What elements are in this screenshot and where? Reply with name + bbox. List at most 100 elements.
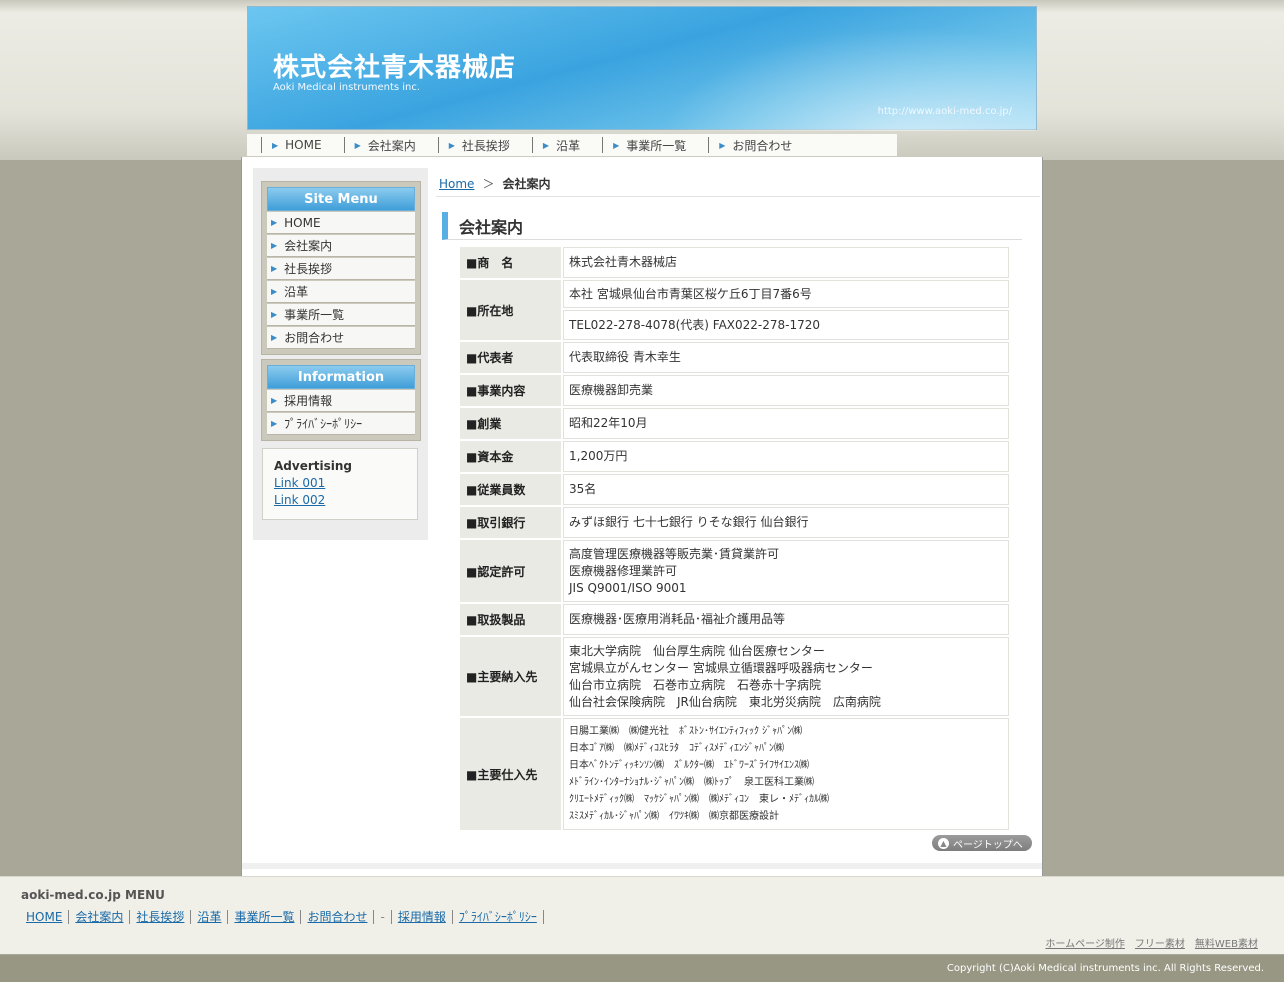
gnav-label: HOME bbox=[285, 138, 322, 152]
gnav-label: お問合わせ bbox=[732, 138, 793, 153]
sidebar-item-home[interactable]: ▶ HOME bbox=[267, 212, 415, 234]
sidebar-item-contact[interactable]: ▶ お問合わせ bbox=[267, 327, 415, 349]
sidebar-item-recruit[interactable]: ▶ 採用情報 bbox=[267, 390, 415, 412]
chevron-right-icon: ▶ bbox=[271, 396, 278, 405]
credit-link-free-material[interactable]: フリー素材 bbox=[1135, 935, 1185, 950]
table-row: ■主要仕入先 日腸工業㈱ ㈱健光社 ﾎﾞｽﾄﾝ･ｻｲｴﾝﾃｨﾌｨｯｸ ｼﾞｬﾊﾟ… bbox=[460, 718, 1009, 830]
arrow-up-icon: ▲ bbox=[938, 837, 949, 849]
row-label: ■取引銀行 bbox=[460, 507, 561, 538]
table-row: ■取扱製品 医療機器･医療用消耗品･福祉介護用品等 bbox=[460, 604, 1009, 635]
row-value: 高度管理医療機器等販売業･賃貸業許可 医療機器修理業許可 JIS Q9001/I… bbox=[563, 540, 1009, 602]
chevron-right-icon: ▶ bbox=[271, 264, 278, 273]
ad-link-2[interactable]: Link 002 bbox=[274, 492, 406, 509]
customer-line: 宮城県立がんセンター 宮城県立循環器呼吸器病センター bbox=[569, 660, 873, 675]
copyright-text: Copyright (C)Aoki Medical instruments in… bbox=[946, 963, 1264, 974]
chevron-right-icon: ▶ bbox=[271, 310, 278, 319]
chevron-right-icon: ▶ bbox=[272, 140, 279, 150]
table-row: ■商 名 株式会社青木器械店 bbox=[460, 247, 1009, 278]
footer: aoki-med.co.jp MENU HOME 会社案内 社長挨拶 沿革 事業… bbox=[0, 876, 1284, 954]
row-label: ■取扱製品 bbox=[460, 604, 561, 635]
chevron-right-icon: ▶ bbox=[542, 140, 550, 150]
row-label: ■従業員数 bbox=[460, 474, 561, 505]
gnav-item-history[interactable]: ▶ 沿革 bbox=[531, 137, 602, 153]
supplier-line: ｽﾐｽﾒﾃﾞｨｶﾙ･ｼﾞｬﾊﾟﾝ㈱ ｲﾜﾂｷ㈱ ㈱京都医療設計 bbox=[569, 811, 779, 822]
gnav-label: 事業所一覧 bbox=[626, 138, 687, 153]
footer-link-privacy[interactable]: ﾌﾟﾗｲﾊﾞｼｰﾎﾟﾘｼｰ bbox=[453, 910, 544, 924]
page-top-button[interactable]: ▲ ページトップへ bbox=[932, 835, 1032, 851]
chevron-right-icon: ▶ bbox=[271, 241, 278, 250]
gnav-item-contact[interactable]: ▶ お問合わせ bbox=[708, 137, 814, 153]
footer-link-home[interactable]: HOME bbox=[26, 910, 70, 924]
row-value: 1,200万円 bbox=[563, 441, 1009, 472]
gnav-item-greeting[interactable]: ▶ 社長挨拶 bbox=[437, 137, 532, 153]
row-label: ■事業内容 bbox=[460, 375, 561, 406]
gnav-item-company[interactable]: ▶ 会社案内 bbox=[343, 137, 438, 153]
row-label: ■主要仕入先 bbox=[460, 718, 561, 830]
footer-link-history[interactable]: 沿革 bbox=[191, 910, 229, 924]
information-title: Information bbox=[267, 365, 415, 389]
chevron-right-icon: ▶ bbox=[448, 140, 455, 150]
sidebar-item-privacy[interactable]: ▶ ﾌﾟﾗｲﾊﾞｼｰﾎﾟﾘｼｰ bbox=[267, 413, 415, 435]
license-line: 高度管理医療機器等販売業･賃貸業許可 bbox=[569, 546, 780, 561]
row-value: 株式会社青木器械店 bbox=[563, 247, 1009, 278]
table-row: ■創業 昭和22年10月 bbox=[460, 408, 1009, 439]
content-bottom-bar bbox=[242, 863, 1042, 869]
table-row: ■取引銀行 みずほ銀行 七十七銀行 りそな銀行 仙台銀行 bbox=[460, 507, 1009, 538]
row-label: ■主要納入先 bbox=[460, 637, 561, 716]
global-nav: ▶ HOME ▶ 会社案内 ▶ 社長挨拶 ▶ 沿革 ▶ 事業所一覧 ▶ お問合わせ bbox=[247, 134, 897, 156]
footer-link-recruit[interactable]: 採用情報 bbox=[392, 910, 453, 924]
gnav-item-offices[interactable]: ▶ 事業所一覧 bbox=[602, 137, 708, 153]
page-title: 会社案内 bbox=[442, 212, 1022, 240]
advertising-title: Advertising bbox=[274, 459, 352, 473]
row-value: みずほ銀行 七十七銀行 りそな銀行 仙台銀行 bbox=[563, 507, 1009, 538]
table-row: ■事業内容 医療機器卸売業 bbox=[460, 375, 1009, 406]
sidebar-item-history[interactable]: ▶ 沿革 bbox=[267, 281, 415, 303]
site-menu-box: Site Menu ▶ HOME ▶ 会社案内 ▶ 社長挨拶 ▶ 沿革 ▶ 事業所一覧 ▶… bbox=[261, 181, 421, 355]
gnav-item-home[interactable]: ▶ HOME bbox=[261, 137, 344, 153]
chevron-right-icon: ▶ bbox=[271, 333, 278, 342]
footer-credit-links: ホームページ制作 フリー素材 無料WEB素材 bbox=[1045, 935, 1258, 950]
sidebar-item-label: 社長挨拶 bbox=[284, 262, 333, 276]
row-value: 日腸工業㈱ ㈱健光社 ﾎﾞｽﾄﾝ･ｻｲｴﾝﾃｨﾌｨｯｸ ｼﾞｬﾊﾟﾝ㈱ 日本ｺﾞ… bbox=[563, 718, 1009, 830]
supplier-line: ﾒﾄﾞﾗｲﾝ･ｲﾝﾀｰﾅｼｮﾅﾙ･ｼﾞｬﾊﾟﾝ㈱ ㈱ﾄｯﾌﾟ 泉工医科工業㈱ bbox=[569, 777, 814, 788]
table-row: ■所在地 本社 宮城県仙台市青葉区桜ケ丘6丁目7番6号 bbox=[460, 280, 1009, 340]
row-value: 昭和22年10月 bbox=[563, 408, 1009, 439]
site-header: 株式会社青木器械店 Aoki Medical instruments inc. … bbox=[247, 6, 1037, 131]
footer-link-greeting[interactable]: 社長挨拶 bbox=[130, 910, 192, 924]
gnav-label: 社長挨拶 bbox=[461, 138, 510, 153]
supplier-line: 日本ｺﾞｱ㈱ ㈱ﾒﾃﾞｨｺｽﾋﾗﾀ ｺﾃﾞｨｽﾒﾃﾞｨｴﾝｼﾞｬﾊﾟﾝ㈱ bbox=[569, 743, 784, 754]
row-value: 35名 bbox=[563, 474, 1009, 505]
advertising-box: Advertising Link 001 Link 002 bbox=[262, 448, 418, 520]
main-panel: Site Menu ▶ HOME ▶ 会社案内 ▶ 社長挨拶 ▶ 沿革 ▶ 事業所一覧 ▶… bbox=[241, 157, 1043, 877]
sidebar-item-greeting[interactable]: ▶ 社長挨拶 bbox=[267, 258, 415, 280]
site-title[interactable]: 株式会社青木器械店 bbox=[273, 47, 516, 84]
footer-link-company[interactable]: 会社案内 bbox=[69, 910, 131, 924]
credit-link-homepage[interactable]: ホームページ制作 bbox=[1045, 935, 1125, 950]
table-row: ■資本金 1,200万円 bbox=[460, 441, 1009, 472]
sidebar-item-label: ﾌﾟﾗｲﾊﾞｼｰﾎﾟﾘｼｰ bbox=[284, 417, 363, 431]
page-top-label: ページトップへ bbox=[953, 839, 1023, 851]
row-value: 代表取締役 青木幸生 bbox=[563, 342, 1009, 373]
footer-separator: - bbox=[374, 910, 392, 924]
footer-menu-title: aoki-med.co.jp MENU bbox=[21, 888, 165, 902]
supplier-line: 日本ﾍﾞｸﾄﾝﾃﾞｨｯｷﾝｿﾝ㈱ ｽﾞﾙｸﾀｰ㈱ ｴﾄﾞﾜｰｽﾞﾗｲﾌｻｲｴﾝｽ… bbox=[569, 760, 809, 771]
row-label: ■代表者 bbox=[460, 342, 561, 373]
row-label: ■認定許可 bbox=[460, 540, 561, 602]
sidebar-item-company[interactable]: ▶ 会社案内 bbox=[267, 235, 415, 257]
footer-link-contact[interactable]: お問合わせ bbox=[301, 910, 375, 924]
copyright-bar: Copyright (C)Aoki Medical instruments in… bbox=[0, 955, 1284, 982]
sidebar-item-offices[interactable]: ▶ 事業所一覧 bbox=[267, 304, 415, 326]
row-label: ■所在地 bbox=[460, 280, 561, 340]
sidebar-item-label: 事業所一覧 bbox=[284, 308, 345, 322]
customer-line: 東北大学病院 仙台厚生病院 仙台医療センター bbox=[569, 643, 825, 658]
sidebar-item-label: 会社案内 bbox=[284, 239, 333, 253]
breadcrumb-separator: ＞ bbox=[482, 177, 495, 191]
footer-link-offices[interactable]: 事業所一覧 bbox=[228, 910, 302, 924]
breadcrumb-home-link[interactable]: Home bbox=[439, 177, 474, 191]
company-info-table: ■商 名 株式会社青木器械店 ■所在地 本社 宮城県仙台市青葉区桜ケ丘6丁目7番… bbox=[458, 245, 1011, 832]
supplier-line: 日腸工業㈱ ㈱健光社 ﾎﾞｽﾄﾝ･ｻｲｴﾝﾃｨﾌｨｯｸ ｼﾞｬﾊﾟﾝ㈱ bbox=[569, 726, 803, 737]
chevron-right-icon: ▶ bbox=[613, 140, 620, 150]
credit-link-web-material[interactable]: 無料WEB素材 bbox=[1195, 935, 1258, 950]
table-row: ■従業員数 35名 bbox=[460, 474, 1009, 505]
ad-link-1[interactable]: Link 001 bbox=[274, 475, 406, 492]
